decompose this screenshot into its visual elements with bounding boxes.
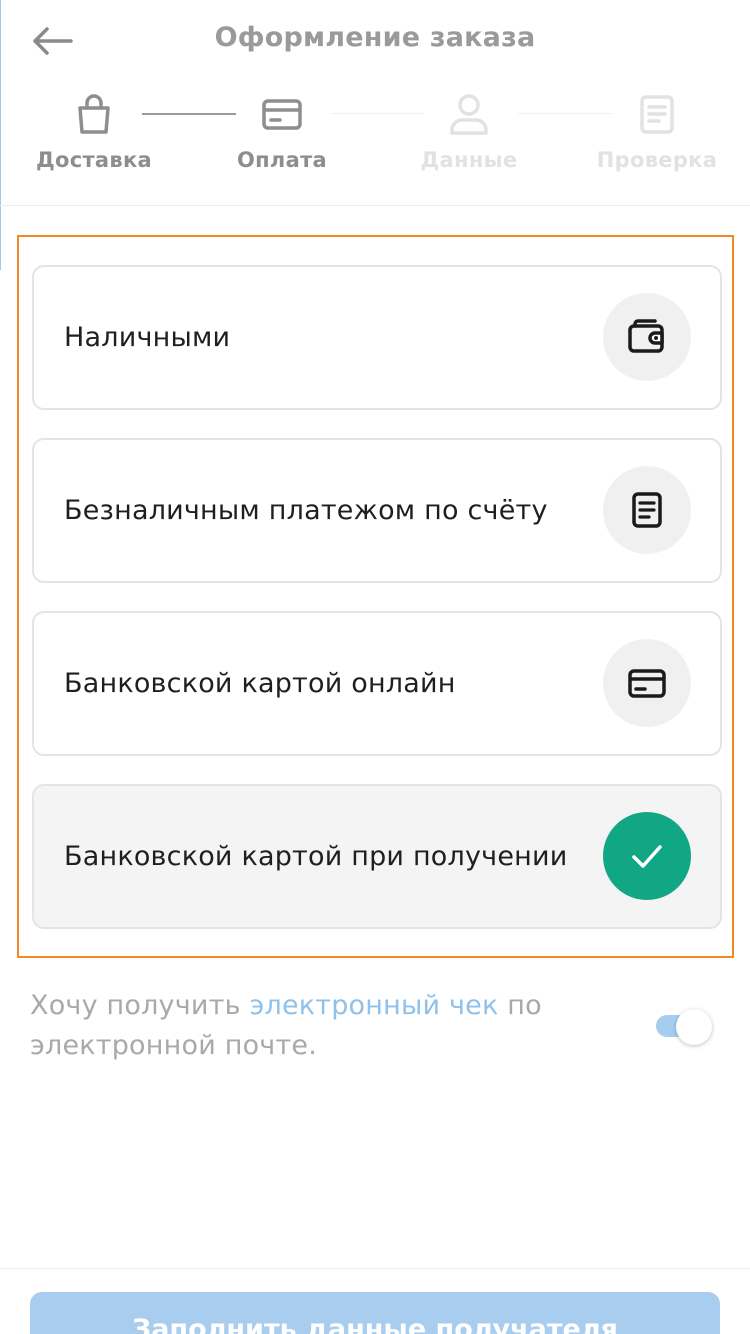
selected-badge [603,812,691,900]
receipt-link[interactable]: электронный чек [249,990,498,1021]
step-label: Доставка [35,148,153,172]
payment-option-label: Наличными [64,322,231,353]
step-payment[interactable]: Оплата [202,88,362,172]
payment-options-group: Наличными Безналичным платежом по счёту … [17,235,734,958]
checkmark-icon [632,845,662,868]
document-icon [640,95,674,134]
payment-option-invoice[interactable]: Безналичным платежом по счёту [32,438,722,583]
step-delivery[interactable]: Доставка [14,88,174,172]
toggle-knob [676,1009,712,1045]
fill-recipient-button[interactable]: Заполнить данные получателя [30,1292,720,1334]
bag-icon [78,94,110,134]
payment-option-cash[interactable]: Наличными [32,265,722,410]
invoice-icon [632,492,662,528]
payment-option-badge [603,293,691,381]
bottom-divider [0,1268,750,1269]
step-label: Оплата [236,148,328,172]
payment-option-badge [603,639,691,727]
checkout-steps: Доставка Оплата Данные Проверка [0,88,750,188]
receipt-text-before: Хочу получить [30,990,250,1021]
payment-option-card-on-delivery[interactable]: Банковской картой при получении [32,784,722,929]
payment-option-label: Банковской картой при получении [64,841,568,872]
step-data[interactable]: Данные [389,88,549,172]
card-icon [628,669,666,698]
step-label: Данные [420,148,518,172]
payment-option-card-online[interactable]: Банковской картой онлайн [32,611,722,756]
step-review[interactable]: Проверка [577,88,737,172]
page-title: Оформление заказа [214,22,536,53]
payment-option-label: Банковской картой онлайн [64,668,456,699]
checkout-header: Оформление заказа Доставка Оплата Данные… [0,0,750,206]
payment-option-badge [603,466,691,554]
card-icon [262,99,302,130]
receipt-toggle[interactable] [656,1009,712,1045]
payment-option-label: Безналичным платежом по счёту [64,495,548,526]
wallet-icon [628,319,664,353]
receipt-text: Хочу получить электронный чек по электро… [30,986,590,1066]
step-label: Проверка [596,148,718,172]
user-icon [450,94,488,135]
